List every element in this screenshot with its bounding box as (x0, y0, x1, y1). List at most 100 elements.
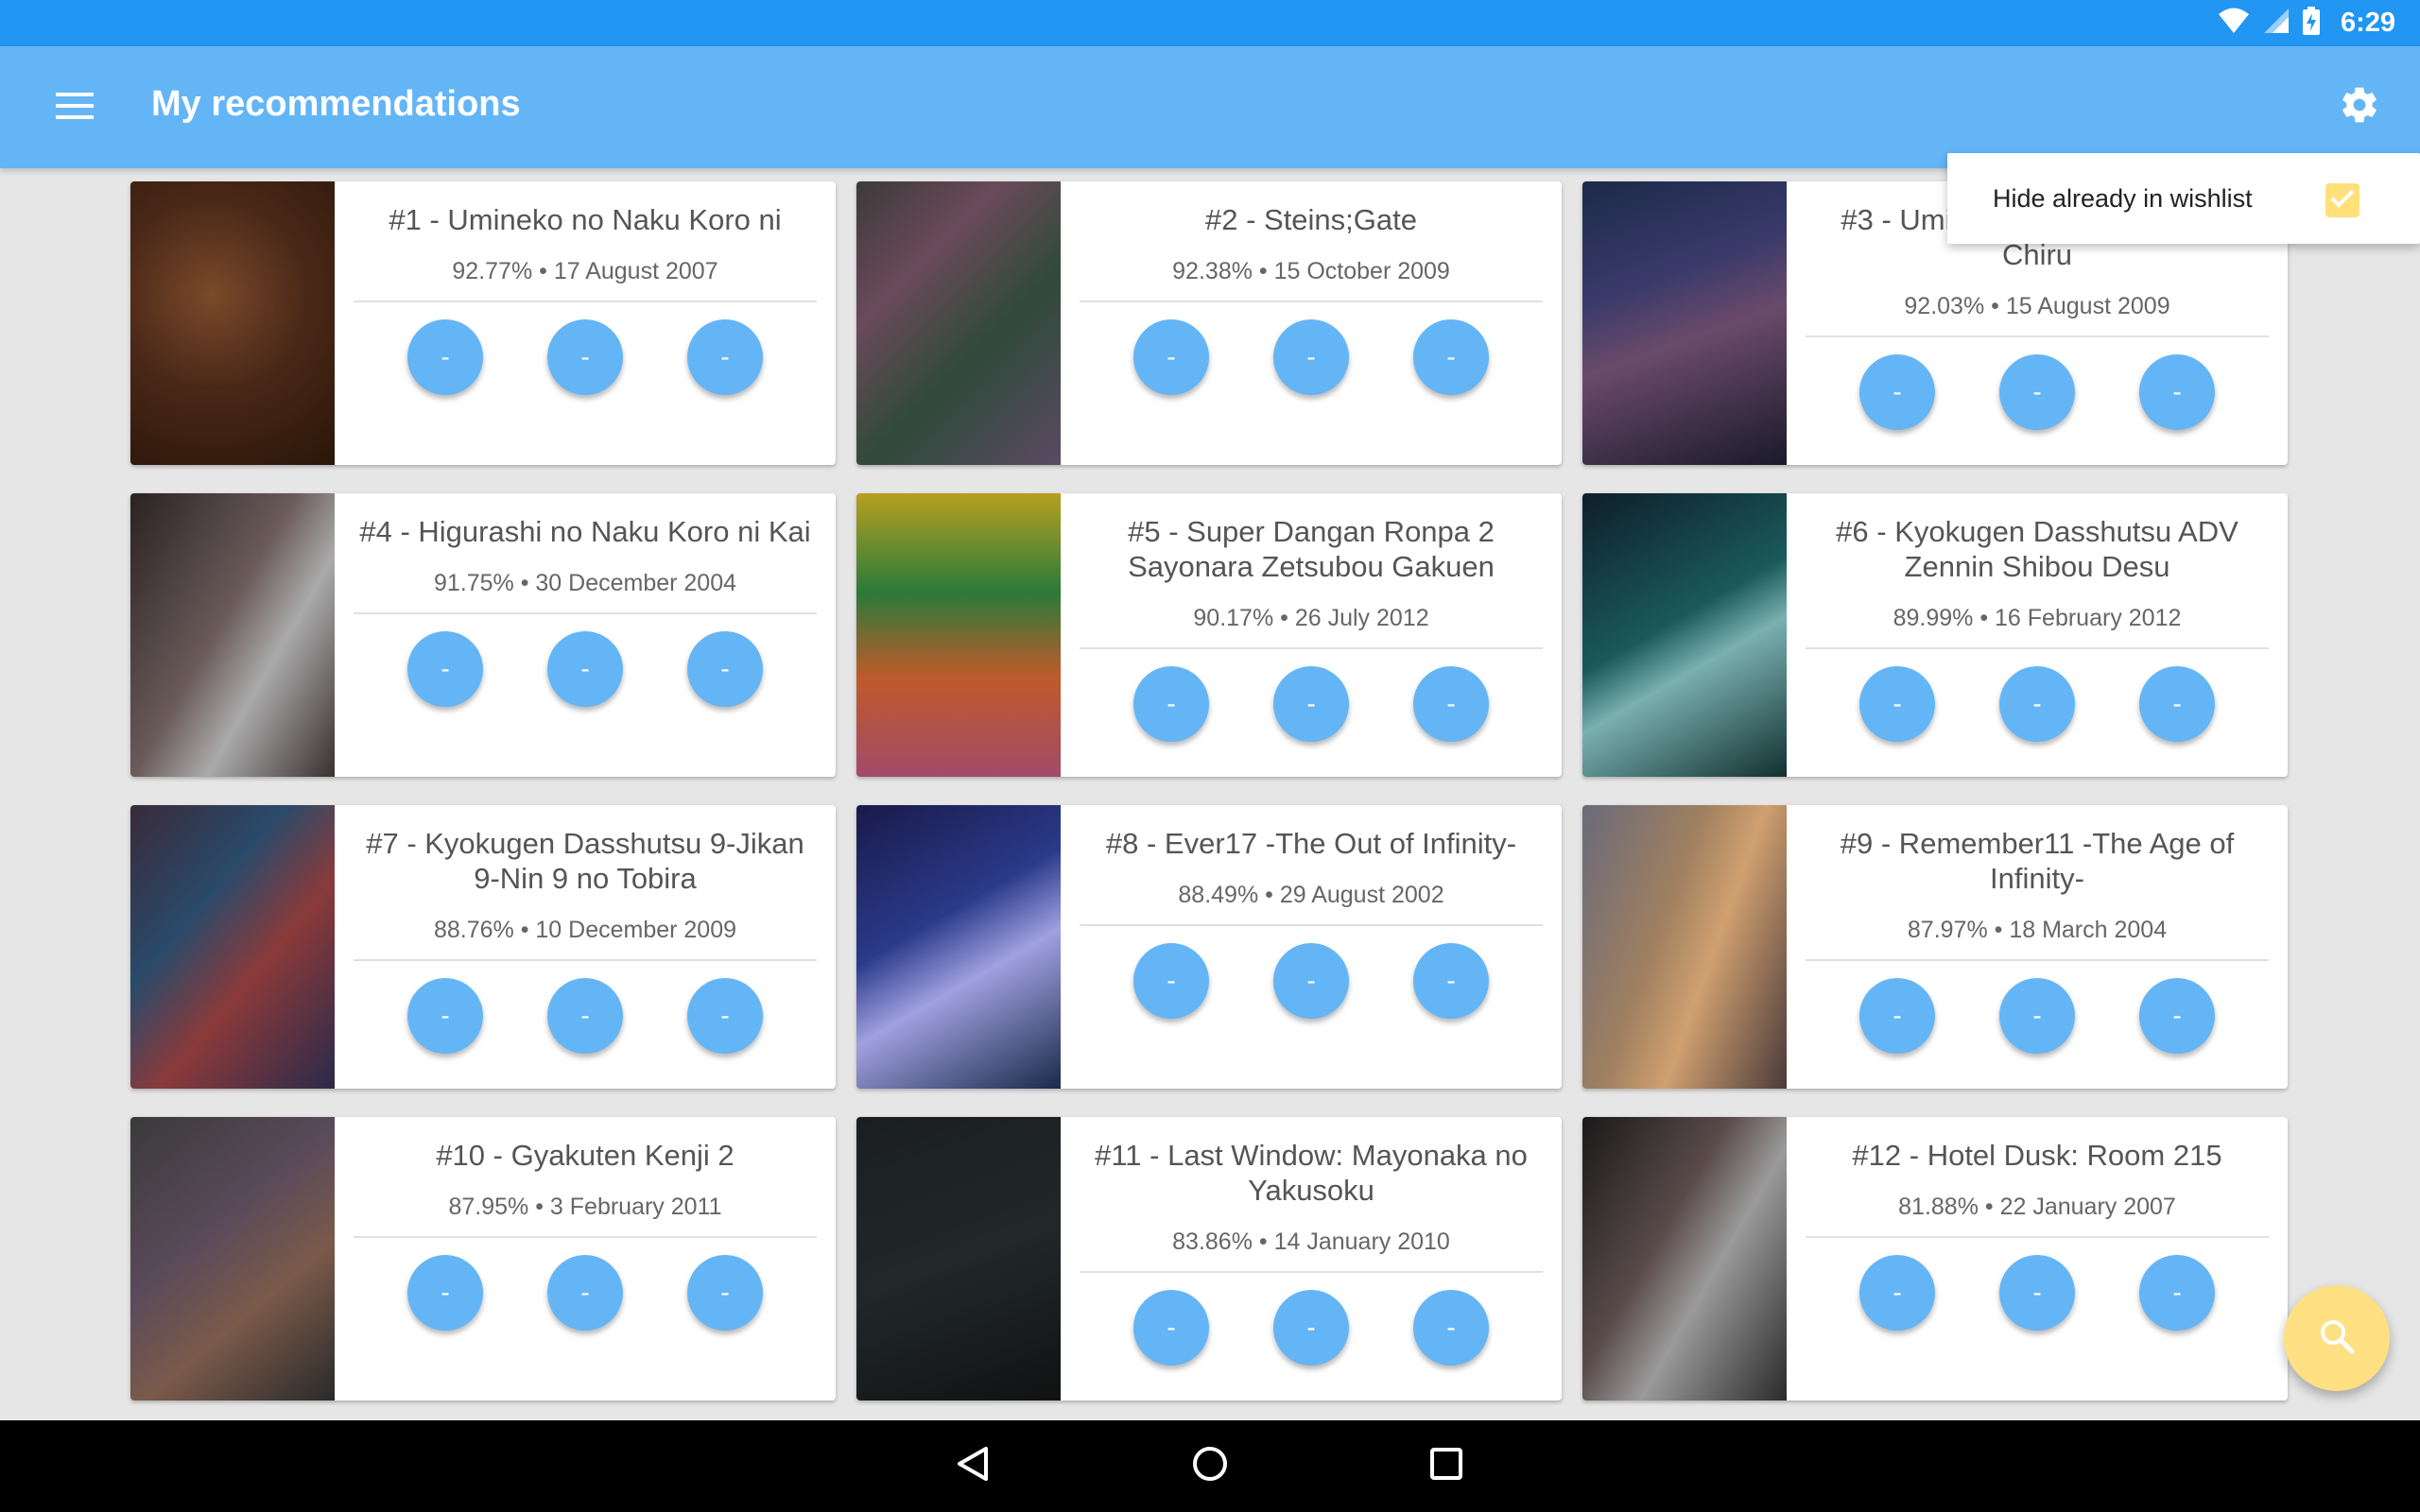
recommendation-card[interactable]: #1 - Umineko no Naku Koro ni 92.77% • 17… (130, 181, 836, 465)
divider (1806, 1236, 2269, 1238)
action-button[interactable]: - (1999, 978, 2075, 1054)
divider (1080, 1271, 1543, 1273)
recommendation-card[interactable]: #6 - Kyokugen Dasshutsu ADV Zennin Shibo… (1582, 493, 2288, 777)
action-button[interactable]: - (1133, 319, 1209, 395)
action-button[interactable]: - (687, 319, 763, 395)
divider (1806, 335, 2269, 337)
card-actions: - - - (1133, 666, 1489, 742)
action-button[interactable]: - (1413, 943, 1489, 1019)
action-button[interactable]: - (2139, 666, 2215, 742)
recommendation-card[interactable]: #9 - Remember11 -The Age of Infinity- 87… (1582, 805, 2288, 1089)
divider (1806, 647, 2269, 649)
action-button[interactable]: - (1999, 1255, 2075, 1331)
hide-wishlist-label[interactable]: Hide already in wishlist (1993, 184, 2253, 214)
app-bar: My recommendations (0, 46, 2420, 168)
card-actions: - - - (407, 1255, 763, 1331)
recommendation-card[interactable]: #11 - Last Window: Mayonaka no Yakusoku … (856, 1117, 1562, 1400)
system-nav-bar (0, 1420, 2420, 1512)
action-button[interactable]: - (407, 978, 483, 1054)
cover-thumbnail[interactable] (1582, 181, 1787, 465)
cover-thumbnail[interactable] (130, 181, 335, 465)
card-meta: 90.17% • 26 July 2012 (1193, 605, 1429, 631)
action-button[interactable]: - (1859, 354, 1935, 430)
search-fab[interactable] (2284, 1285, 2390, 1391)
cover-thumbnail[interactable] (130, 493, 335, 777)
card-body: #8 - Ever17 -The Out of Infinity- 88.49%… (1061, 805, 1562, 1089)
action-button[interactable]: - (547, 978, 623, 1054)
cover-thumbnail[interactable] (856, 1117, 1061, 1400)
action-button[interactable]: - (1133, 666, 1209, 742)
divider (1080, 924, 1543, 926)
recents-icon (1427, 1445, 1465, 1487)
card-title: #12 - Hotel Dusk: Room 215 (1852, 1139, 2222, 1172)
recommendation-card[interactable]: #4 - Higurashi no Naku Koro ni Kai 91.75… (130, 493, 836, 777)
action-button[interactable]: - (1413, 1290, 1489, 1366)
card-body: #11 - Last Window: Mayonaka no Yakusoku … (1061, 1117, 1562, 1400)
action-button[interactable]: - (1999, 354, 2075, 430)
card-title: #7 - Kyokugen Dasshutsu 9-Jikan 9-Nin 9 … (366, 827, 804, 895)
menu-button[interactable] (49, 82, 100, 133)
action-button[interactable]: - (2139, 354, 2215, 430)
action-button[interactable]: - (407, 1255, 483, 1331)
action-button[interactable]: - (547, 319, 623, 395)
action-button[interactable]: - (1273, 666, 1349, 742)
action-button[interactable]: - (407, 319, 483, 395)
recommendation-card[interactable]: #7 - Kyokugen Dasshutsu 9-Jikan 9-Nin 9 … (130, 805, 836, 1089)
recommendation-card[interactable]: #10 - Gyakuten Kenji 2 87.95% • 3 Februa… (130, 1117, 836, 1400)
action-button[interactable]: - (1859, 666, 1935, 742)
cover-thumbnail[interactable] (130, 805, 335, 1089)
action-button[interactable]: - (2139, 1255, 2215, 1331)
action-button[interactable]: - (547, 1255, 623, 1331)
action-button[interactable]: - (1413, 319, 1489, 395)
back-button[interactable] (945, 1438, 1002, 1495)
wifi-icon (2218, 8, 2250, 39)
card-actions: - - - (1859, 666, 2215, 742)
action-button[interactable]: - (687, 978, 763, 1054)
recommendation-card[interactable]: #12 - Hotel Dusk: Room 215 81.88% • 22 J… (1582, 1117, 2288, 1400)
cover-thumbnail[interactable] (1582, 805, 1787, 1089)
action-button[interactable]: - (1999, 666, 2075, 742)
hide-wishlist-checkbox[interactable] (2325, 183, 2360, 217)
cover-thumbnail[interactable] (856, 805, 1061, 1089)
card-meta: 83.86% • 14 January 2010 (1172, 1228, 1450, 1255)
recommendation-card[interactable]: #5 - Super Dangan Ronpa 2 Sayonara Zetsu… (856, 493, 1562, 777)
cover-thumbnail[interactable] (1582, 493, 1787, 777)
action-button[interactable]: - (687, 631, 763, 707)
action-button[interactable]: - (1133, 943, 1209, 1019)
action-button[interactable]: - (1859, 978, 1935, 1054)
battery-charging-icon (2302, 7, 2320, 40)
recommendation-card[interactable]: #2 - Steins;Gate 92.38% • 15 October 200… (856, 181, 1562, 465)
divider (354, 1236, 817, 1238)
action-button[interactable]: - (1133, 1290, 1209, 1366)
settings-popup-menu: Hide already in wishlist (1947, 153, 2420, 244)
action-button[interactable]: - (547, 631, 623, 707)
cover-thumbnail[interactable] (856, 493, 1061, 777)
action-button[interactable]: - (1273, 943, 1349, 1019)
page-title: My recommendations (151, 84, 521, 124)
card-title: #9 - Remember11 -The Age of Infinity- (1840, 827, 2235, 895)
divider (1806, 959, 2269, 961)
home-icon (1191, 1445, 1229, 1487)
card-meta: 92.77% • 17 August 2007 (452, 258, 718, 284)
home-button[interactable] (1182, 1438, 1238, 1495)
action-button[interactable]: - (1273, 1290, 1349, 1366)
card-title: #10 - Gyakuten Kenji 2 (436, 1139, 735, 1172)
cover-thumbnail[interactable] (1582, 1117, 1787, 1400)
cover-thumbnail[interactable] (130, 1117, 335, 1400)
card-actions: - - - (1133, 1290, 1489, 1366)
action-button[interactable]: - (687, 1255, 763, 1331)
action-button[interactable]: - (1859, 1255, 1935, 1331)
action-button[interactable]: - (2139, 978, 2215, 1054)
action-button[interactable]: - (407, 631, 483, 707)
recommendation-card[interactable]: #8 - Ever17 -The Out of Infinity- 88.49%… (856, 805, 1562, 1089)
card-title: #2 - Steins;Gate (1204, 203, 1417, 236)
cover-thumbnail[interactable] (856, 181, 1061, 465)
action-button[interactable]: - (1413, 666, 1489, 742)
card-body: #6 - Kyokugen Dasshutsu ADV Zennin Shibo… (1787, 493, 2288, 777)
divider (1080, 647, 1543, 649)
settings-button[interactable] (2333, 80, 2386, 133)
recents-button[interactable] (1418, 1438, 1475, 1495)
status-icons: 6:29 (2218, 7, 2395, 40)
action-button[interactable]: - (1273, 319, 1349, 395)
divider (354, 301, 817, 302)
